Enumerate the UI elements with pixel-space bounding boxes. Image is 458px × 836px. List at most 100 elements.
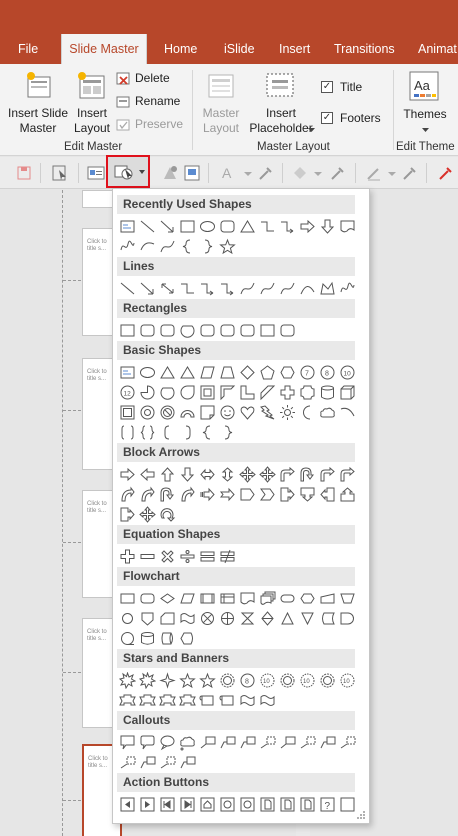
eyedropper-icon[interactable]: [256, 163, 276, 183]
cloudshape-shape-icon[interactable]: [319, 404, 336, 421]
flowoff-shape-icon[interactable]: [139, 610, 156, 627]
linecallout2-shape-icon[interactable]: [319, 734, 336, 751]
cube-shape-icon[interactable]: [339, 384, 356, 401]
flowdisk-shape-icon[interactable]: [159, 630, 176, 647]
flowalt-shape-icon[interactable]: [139, 590, 156, 607]
dashcallout-shape-icon[interactable]: [259, 734, 276, 751]
lshape-shape-icon[interactable]: [239, 384, 256, 401]
bentarrow-shape-icon[interactable]: [339, 466, 356, 483]
line-shape-icon[interactable]: [119, 280, 136, 297]
moon-shape-icon[interactable]: [299, 404, 316, 421]
action-doc-shape-icon[interactable]: [259, 796, 276, 813]
curved-r-shape-icon[interactable]: [139, 486, 156, 503]
tab-file[interactable]: File: [18, 34, 38, 64]
ribbon-shape-icon[interactable]: [119, 692, 136, 709]
star4-shape-icon[interactable]: [159, 672, 176, 689]
tab-insert[interactable]: Insert: [279, 34, 310, 64]
curved-r-shape-icon[interactable]: [119, 486, 136, 503]
can-shape-icon[interactable]: [319, 384, 336, 401]
num8-shape-icon[interactable]: 8: [319, 364, 336, 381]
sun-shape-icon[interactable]: [279, 404, 296, 421]
flowcard-shape-icon[interactable]: [159, 610, 176, 627]
rcallout-shape-icon[interactable]: [139, 734, 156, 751]
chevron-down-icon[interactable]: [382, 163, 402, 183]
udarrow-shape-icon[interactable]: [219, 466, 236, 483]
shape-effects-icon[interactable]: [160, 163, 180, 183]
rrect-shape-icon[interactable]: [239, 322, 256, 339]
rename-button[interactable]: Rename: [116, 93, 186, 111]
star-n-shape-icon[interactable]: [219, 672, 236, 689]
dashcallout-shape-icon[interactable]: [159, 754, 176, 771]
callout-r-shape-icon[interactable]: [279, 486, 296, 503]
darrow-shape-icon[interactable]: [179, 466, 196, 483]
fill-color-icon[interactable]: [290, 163, 310, 183]
heart-shape-icon[interactable]: [239, 404, 256, 421]
scurve-shape-icon[interactable]: [279, 280, 296, 297]
trapezoid-shape-icon[interactable]: [219, 364, 236, 381]
freeform-shape-icon[interactable]: [319, 280, 336, 297]
foldcorner-shape-icon[interactable]: [199, 404, 216, 421]
uarrow-shape-icon[interactable]: [159, 466, 176, 483]
flowstored-shape-icon[interactable]: [319, 610, 336, 627]
rarrow-shape-icon[interactable]: [119, 466, 136, 483]
rect-shape-icon[interactable]: [259, 322, 276, 339]
bentarrow-shape-icon[interactable]: [319, 466, 336, 483]
ribbon-shape-icon[interactable]: [179, 692, 196, 709]
linecallout2-shape-icon[interactable]: [239, 734, 256, 751]
no-symbol-shape-icon[interactable]: [159, 404, 176, 421]
flowproc-shape-icon[interactable]: [119, 590, 136, 607]
plus-shape-icon[interactable]: [119, 548, 136, 565]
flowpre-shape-icon[interactable]: [199, 590, 216, 607]
lbracket-shape-icon[interactable]: [159, 424, 176, 441]
cloud-shape-icon[interactable]: [179, 734, 196, 751]
scribble-shape-icon[interactable]: [119, 238, 136, 255]
bevel-shape-icon[interactable]: [119, 404, 136, 421]
star5-shape-icon[interactable]: [199, 672, 216, 689]
uturn-shape-icon[interactable]: [299, 466, 316, 483]
oval-shape-icon[interactable]: [199, 218, 216, 235]
smiley-shape-icon[interactable]: [219, 404, 236, 421]
star5-shape-icon[interactable]: [219, 238, 236, 255]
rrect-shape-icon[interactable]: [219, 218, 236, 235]
lbrace-shape-icon[interactable]: [199, 424, 216, 441]
chevron-down-icon[interactable]: [238, 163, 258, 183]
star-n-shape-icon[interactable]: [279, 672, 296, 689]
rrect-shape-icon[interactable]: [199, 322, 216, 339]
flowsort-shape-icon[interactable]: [259, 610, 276, 627]
action-shape-icon[interactable]: [339, 796, 356, 813]
eyedropper-icon[interactable]: [328, 163, 348, 183]
rect-shape-icon[interactable]: [179, 218, 196, 235]
lbrace-shape-icon[interactable]: [179, 238, 196, 255]
linecallout2-shape-icon[interactable]: [219, 734, 236, 751]
format-icon[interactable]: [182, 163, 202, 183]
quadarrow-shape-icon[interactable]: [139, 506, 156, 523]
striped-r-shape-icon[interactable]: [199, 486, 216, 503]
quadarrow-shape-icon[interactable]: [259, 466, 276, 483]
arrowline-shape-icon[interactable]: [159, 218, 176, 235]
dashcallout-shape-icon[interactable]: [299, 734, 316, 751]
dashcallout-shape-icon[interactable]: [339, 734, 356, 751]
halfframe-shape-icon[interactable]: [219, 384, 236, 401]
chevron-down-icon[interactable]: [308, 163, 328, 183]
lrarrow-shape-icon[interactable]: [199, 466, 216, 483]
insert-slide-master-button[interactable]: Insert Slide Master: [6, 68, 70, 140]
linecallout2-shape-icon[interactable]: [179, 754, 196, 771]
callout-u-shape-icon[interactable]: [339, 486, 356, 503]
linecallout2-shape-icon[interactable]: [139, 754, 156, 771]
homeplate-shape-icon[interactable]: [239, 486, 256, 503]
star-num-shape-icon[interactable]: 10: [299, 672, 316, 689]
select-pane-icon[interactable]: [50, 163, 70, 183]
line-shape-icon[interactable]: [139, 218, 156, 235]
flowmanual-shape-icon[interactable]: [319, 590, 336, 607]
scurve-shape-icon[interactable]: [159, 238, 176, 255]
flowmanop-shape-icon[interactable]: [339, 590, 356, 607]
teardrop-shape-icon[interactable]: [179, 384, 196, 401]
flowmag-shape-icon[interactable]: [139, 630, 156, 647]
tab-home[interactable]: Home: [164, 34, 197, 64]
elbowarrow-shape-icon[interactable]: [279, 218, 296, 235]
ribbon-shape-icon[interactable]: [159, 692, 176, 709]
text-box-icon[interactable]: [86, 163, 106, 183]
flowtape-shape-icon[interactable]: [179, 610, 196, 627]
hexagon-shape-icon[interactable]: [279, 364, 296, 381]
dblarrow-shape-icon[interactable]: [159, 280, 176, 297]
